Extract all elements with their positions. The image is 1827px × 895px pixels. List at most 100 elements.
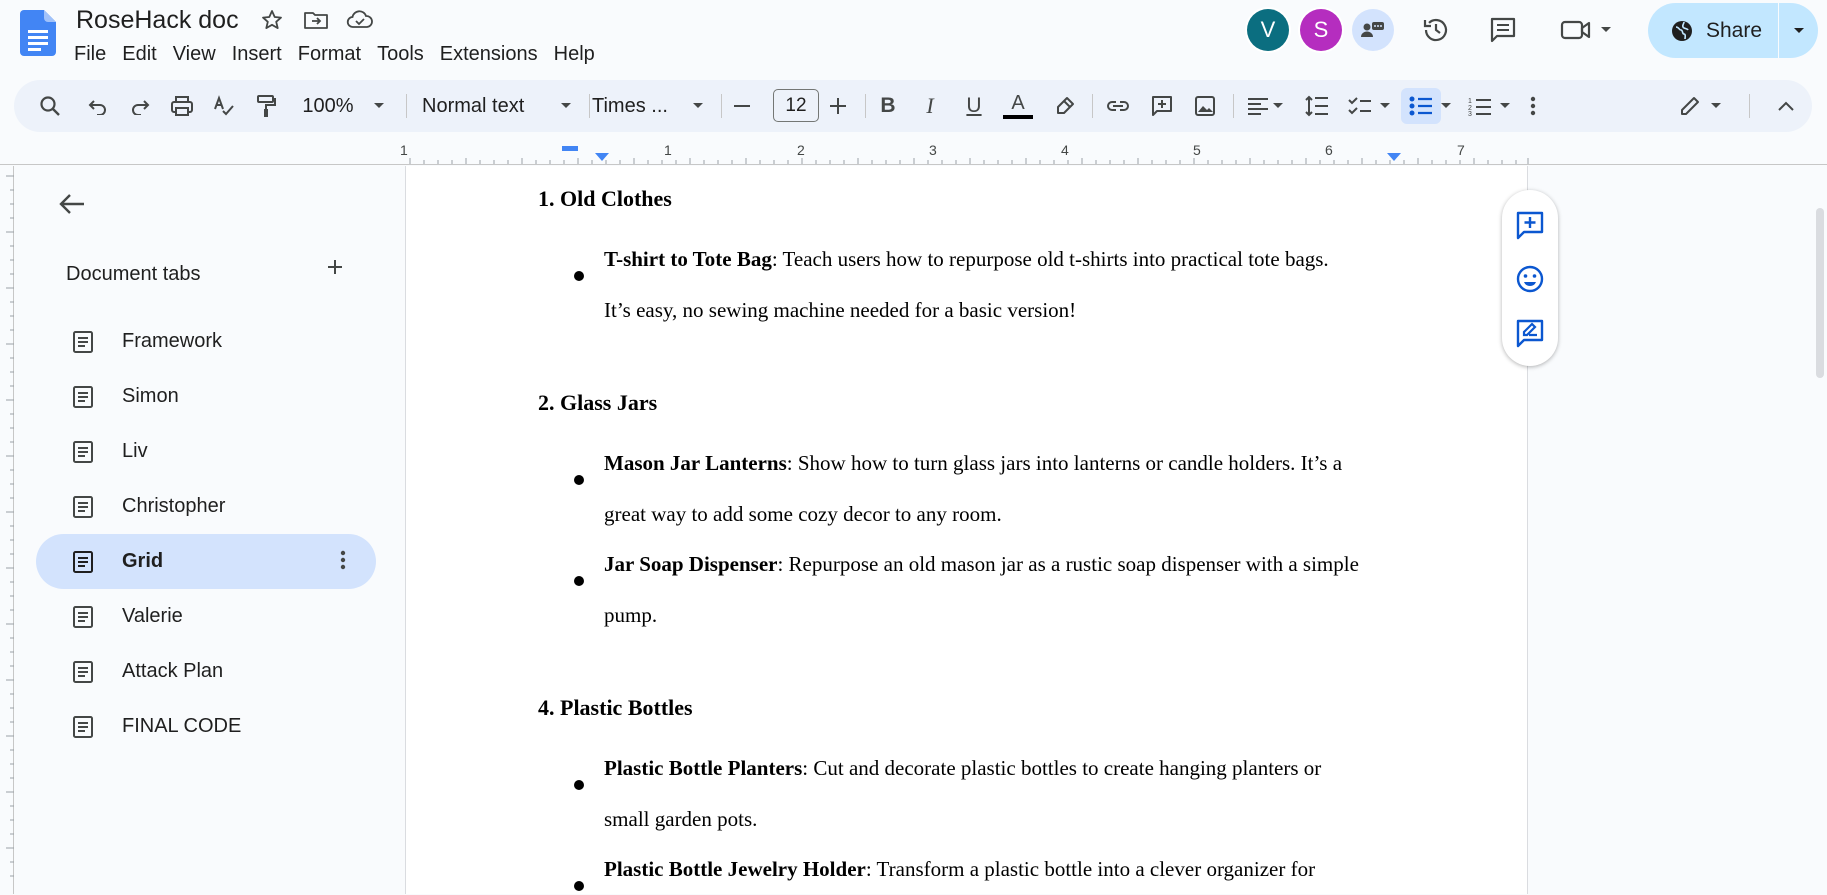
style-dropdown-icon[interactable] (556, 90, 576, 122)
item-text: : Cut and decorate plastic bottles to cr… (802, 756, 1322, 780)
menu-help[interactable]: Help (546, 40, 603, 69)
horizontal-ruler[interactable] (0, 140, 1827, 166)
toolbar-divider (865, 94, 866, 118)
zoom-dropdown-icon[interactable] (369, 90, 389, 122)
tab-final-code[interactable]: FINAL CODE (36, 699, 376, 754)
bold-icon[interactable]: B (872, 90, 904, 122)
menu-extensions[interactable]: Extensions (432, 40, 546, 69)
menu-file[interactable]: File (66, 40, 114, 69)
zoom-select[interactable]: 100% (298, 90, 358, 122)
document-icon (73, 496, 93, 518)
star-icon[interactable] (258, 6, 286, 34)
text-color-icon[interactable]: A (1001, 90, 1035, 122)
menu-edit[interactable]: Edit (114, 40, 164, 69)
paragraph-style-select[interactable]: Normal text (422, 90, 542, 122)
document-icon (73, 661, 93, 683)
version-history-icon[interactable] (1418, 12, 1454, 48)
emoji-reaction-icon[interactable] (1515, 264, 1545, 294)
avatar-v[interactable]: V (1247, 9, 1289, 51)
tab-valerie[interactable]: Valerie (36, 589, 376, 644)
font-dropdown-icon[interactable] (688, 90, 708, 122)
collapse-menus-icon[interactable] (1770, 90, 1802, 122)
bulleted-list-icon[interactable] (1405, 90, 1437, 122)
avatar-s[interactable]: S (1300, 9, 1342, 51)
editing-mode-dropdown-icon[interactable] (1706, 90, 1726, 122)
more-options-icon[interactable] (1523, 90, 1543, 122)
item-title: T-shirt to Tote Bag (604, 247, 772, 271)
align-dropdown-icon[interactable] (1268, 90, 1288, 122)
add-tab-icon[interactable] (327, 259, 343, 275)
collaborators-chat-icon[interactable] (1352, 9, 1394, 51)
list-item: Plastic Bottle Jewelry Holder: Transform… (604, 844, 1424, 895)
document-page[interactable]: 1. Old Clothes T-shirt to Tote Bag: Teac… (405, 166, 1528, 894)
item-text: : Show how to turn glass jars into lante… (786, 451, 1343, 475)
tab-grid[interactable]: Grid (36, 534, 376, 589)
comments-icon[interactable] (1485, 12, 1521, 48)
suggest-edits-icon[interactable] (1515, 318, 1545, 348)
meet-icon[interactable] (1558, 12, 1616, 48)
share-main[interactable]: Share (1648, 19, 1778, 43)
add-comment-icon[interactable] (1515, 210, 1545, 240)
insert-image-icon[interactable] (1189, 90, 1221, 122)
print-icon[interactable] (166, 90, 198, 122)
globe-icon (1670, 19, 1694, 43)
tab-simon[interactable]: Simon (36, 369, 376, 424)
menu-insert[interactable]: Insert (224, 40, 290, 69)
tab-label: Valerie (122, 605, 183, 627)
item-text: : Repurpose an old mason jar as a rustic… (777, 552, 1359, 576)
tab-label: Framework (122, 330, 223, 352)
bulleted-list-dropdown-icon[interactable] (1436, 90, 1456, 122)
add-comment-icon[interactable] (1146, 90, 1178, 122)
share-button[interactable]: Share (1648, 3, 1818, 58)
italic-icon[interactable]: I (914, 90, 946, 122)
bullet-dot (574, 576, 584, 586)
move-folder-icon[interactable] (302, 6, 330, 34)
font-size-input[interactable]: 12 (773, 89, 819, 122)
decrease-font-size-icon[interactable] (726, 90, 758, 122)
ruler-number: 6 (1325, 142, 1333, 158)
vertical-scrollbar[interactable] (1816, 208, 1824, 378)
numbered-list-dropdown-icon[interactable] (1495, 90, 1515, 122)
toolbar-divider (589, 94, 590, 118)
back-arrow-icon[interactable] (58, 192, 86, 216)
menu-tools[interactable]: Tools (369, 40, 432, 69)
highlight-color-icon[interactable] (1049, 90, 1081, 122)
cloud-saved-icon[interactable] (346, 6, 374, 34)
tab-liv[interactable]: Liv (36, 424, 376, 479)
menu-format[interactable]: Format (290, 40, 369, 69)
insert-link-icon[interactable] (1102, 90, 1134, 122)
redo-icon[interactable] (124, 90, 156, 122)
tab-options-icon[interactable] (340, 550, 346, 570)
checklist-icon[interactable] (1344, 90, 1376, 122)
docs-logo-icon[interactable] (20, 10, 56, 56)
tab-label: Grid (122, 550, 164, 572)
increase-font-size-icon[interactable] (822, 90, 854, 122)
toolbar-divider (721, 94, 722, 118)
undo-icon[interactable] (82, 90, 114, 122)
document-title[interactable]: RoseHack doc (76, 6, 239, 35)
share-dropdown-icon[interactable] (1779, 26, 1818, 36)
bullet-dot (574, 881, 584, 891)
heading-old-clothes: 1. Old Clothes (538, 186, 672, 211)
tab-framework[interactable]: Framework (36, 314, 376, 369)
paint-format-icon[interactable] (250, 90, 282, 122)
ruler-number: 3 (929, 142, 937, 158)
list-item: Plastic Bottle Planters: Cut and decorat… (604, 743, 1424, 845)
menu-view[interactable]: View (165, 40, 224, 69)
font-select[interactable]: Times ... (592, 90, 676, 122)
item-title: Jar Soap Dispenser (604, 552, 778, 576)
editing-mode-icon[interactable] (1674, 90, 1706, 122)
checklist-dropdown-icon[interactable] (1375, 90, 1395, 122)
spelling-check-icon[interactable] (208, 90, 240, 122)
tab-label: Liv (122, 440, 148, 462)
search-menus-icon[interactable] (34, 90, 66, 122)
tab-christopher[interactable]: Christopher (36, 479, 376, 534)
line-spacing-icon[interactable] (1301, 90, 1333, 122)
tab-attack-plan[interactable]: Attack Plan (36, 644, 376, 699)
list-item: Jar Soap Dispenser: Repurpose an old mas… (604, 539, 1424, 641)
item-text: : Teach users how to repurpose old t-shi… (771, 247, 1329, 271)
underline-icon[interactable]: U (958, 90, 990, 122)
vertical-ruler[interactable] (0, 166, 14, 894)
numbered-list-icon[interactable]: 123 (1464, 90, 1496, 122)
menu-bar: File Edit View Insert Format Tools Exten… (66, 40, 603, 69)
